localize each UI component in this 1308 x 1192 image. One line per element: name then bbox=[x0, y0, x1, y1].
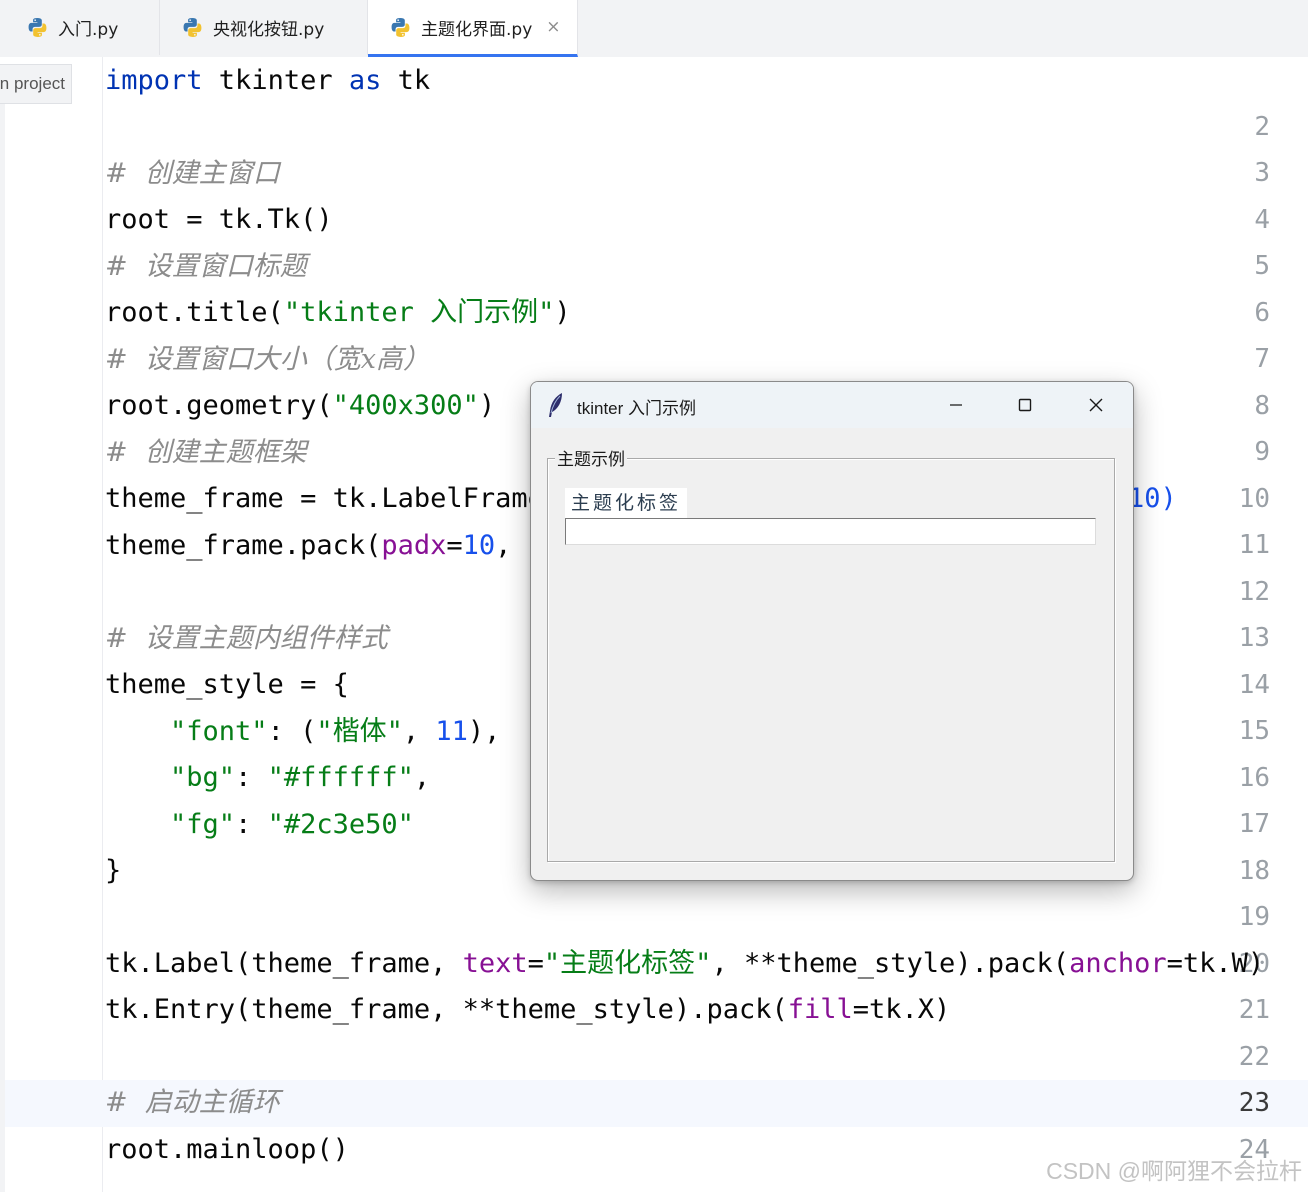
python-file-icon bbox=[28, 18, 47, 37]
code-line-8: root.geometry("400x300") bbox=[105, 383, 495, 429]
keyword: as bbox=[348, 65, 382, 96]
code-line-16: "bg": "#ffffff", bbox=[105, 755, 430, 801]
python-file-icon bbox=[391, 17, 410, 37]
code-line-9: # 创建主题框架 bbox=[105, 437, 307, 468]
tab-label: 主题化界面.py bbox=[421, 19, 533, 40]
code-text: tkinter bbox=[202, 65, 349, 96]
code-text: tk.Label(theme_frame, bbox=[105, 948, 463, 979]
code-text: root.title( bbox=[105, 297, 284, 328]
code-text: tk.Entry(theme_frame, **theme_style).pac… bbox=[105, 994, 788, 1025]
code-text: ) bbox=[554, 297, 571, 328]
window-title: tkinter 入门示例 bbox=[577, 399, 697, 418]
code-text: , bbox=[402, 716, 436, 747]
number-literal: 10 bbox=[462, 530, 496, 561]
number-literal: 10) bbox=[1128, 483, 1177, 514]
tab-label: 入门.py bbox=[58, 20, 119, 40]
string-literal: "fg" bbox=[170, 809, 236, 840]
tab-label: 央视化按钮.py bbox=[213, 20, 325, 40]
maximize-button[interactable] bbox=[1002, 390, 1048, 420]
code-line-4: root = tk.Tk() bbox=[105, 204, 333, 235]
code-line-10: theme_frame = tk.LabelFrame bbox=[105, 483, 544, 514]
code-line-3: # 创建主窗口 bbox=[105, 158, 280, 189]
string-literal: "主题化标签" bbox=[543, 948, 712, 979]
string-literal: "tkinter 入门示例" bbox=[283, 297, 555, 328]
code-text: = bbox=[527, 948, 544, 979]
code-text: =tk.W) bbox=[1166, 948, 1265, 979]
keyword-argument: padx bbox=[381, 530, 447, 561]
code-line-1: import tkinter as tk bbox=[105, 58, 430, 104]
close-icon[interactable]: × bbox=[546, 17, 560, 37]
code-line-23: # 启动主循环 bbox=[105, 1087, 280, 1118]
code-text: , bbox=[413, 762, 431, 793]
code-text: = bbox=[446, 530, 463, 561]
code-text: : bbox=[235, 762, 268, 793]
tkinter-window[interactable]: tkinter 入门示例 主题示例 主题化标签 bbox=[530, 381, 1134, 881]
project-tool-tab[interactable]: n project bbox=[0, 64, 72, 104]
code-text: =tk.X) bbox=[852, 994, 951, 1025]
code-line-18: } bbox=[105, 855, 122, 886]
code-line-11: theme_frame.pack(padx=10, p bbox=[105, 523, 544, 569]
code-line-15: "font": ("楷体", 11), bbox=[105, 709, 500, 755]
code-line-6: root.title("tkinter 入门示例") bbox=[105, 290, 571, 336]
keyword-argument: fill bbox=[787, 994, 853, 1025]
close-button[interactable] bbox=[1073, 390, 1119, 420]
tab-intro-py[interactable]: 入门.py bbox=[5, 0, 160, 55]
code-line-13: # 设置主题内组件样式 bbox=[105, 623, 388, 654]
code-text: , **theme_style).pack( bbox=[711, 948, 1070, 979]
code-line-20: tk.Label(theme_frame, text="主题化标签", **th… bbox=[105, 941, 1264, 987]
python-file-icon bbox=[183, 18, 202, 37]
string-literal: "#2c3e50" bbox=[267, 809, 414, 840]
editor-tab-bar: 入门.py 央视化按钮.py 主题化界面.py × bbox=[0, 0, 1308, 57]
code-text: ), bbox=[467, 716, 501, 747]
code-line-5: # 设置窗口标题 bbox=[105, 251, 307, 282]
string-literal: "font" bbox=[170, 716, 268, 747]
code-text: tk bbox=[381, 65, 431, 96]
code-line-24: root.mainloop() bbox=[105, 1134, 349, 1165]
minimize-button[interactable] bbox=[933, 390, 979, 420]
code-text: ) bbox=[478, 390, 496, 421]
string-literal: "#ffffff" bbox=[267, 762, 414, 793]
theme-entry-field[interactable] bbox=[565, 518, 1096, 545]
labelframe-caption: 主题示例 bbox=[555, 445, 627, 470]
tk-feather-icon bbox=[549, 393, 562, 417]
keyword: import bbox=[105, 65, 203, 96]
minimize-icon bbox=[950, 404, 962, 406]
tool-window-strip bbox=[0, 104, 5, 1192]
string-literal: "400x300" bbox=[332, 390, 479, 421]
keyword-argument: text bbox=[462, 948, 528, 979]
string-literal: "楷体" bbox=[316, 716, 403, 747]
number-literal: 11 bbox=[435, 716, 468, 747]
maximize-icon bbox=[1018, 398, 1032, 412]
code-line-17: "fg": "#2c3e50" bbox=[105, 802, 414, 848]
watermark: CSDN @啊阿狸不会拉杆 bbox=[1046, 1158, 1302, 1184]
code-text: : ( bbox=[267, 716, 317, 747]
code-text: : bbox=[235, 809, 268, 840]
code-text: root.geometry( bbox=[105, 390, 333, 421]
tab-theme-ui-py[interactable]: 主题化界面.py × bbox=[368, 0, 578, 57]
keyword-argument: anchor bbox=[1069, 948, 1167, 979]
tab-button-py[interactable]: 央视化按钮.py bbox=[160, 0, 368, 55]
string-literal: "bg" bbox=[170, 762, 236, 793]
code-text: , bbox=[495, 530, 528, 561]
code-line-21: tk.Entry(theme_frame, **theme_style).pac… bbox=[105, 987, 950, 1033]
code-line-10-tail: 10) bbox=[1128, 476, 1177, 522]
window-titlebar[interactable]: tkinter 入门示例 bbox=[531, 382, 1133, 428]
code-line-7: # 设置窗口大小（宽x高） bbox=[105, 344, 431, 375]
theme-label: 主题化标签 bbox=[565, 488, 688, 518]
close-icon bbox=[1089, 398, 1103, 412]
code-line-14: theme_style = { bbox=[105, 669, 349, 700]
line-number-gutter bbox=[0, 57, 103, 1192]
code-text: theme_frame.pack( bbox=[105, 530, 382, 561]
